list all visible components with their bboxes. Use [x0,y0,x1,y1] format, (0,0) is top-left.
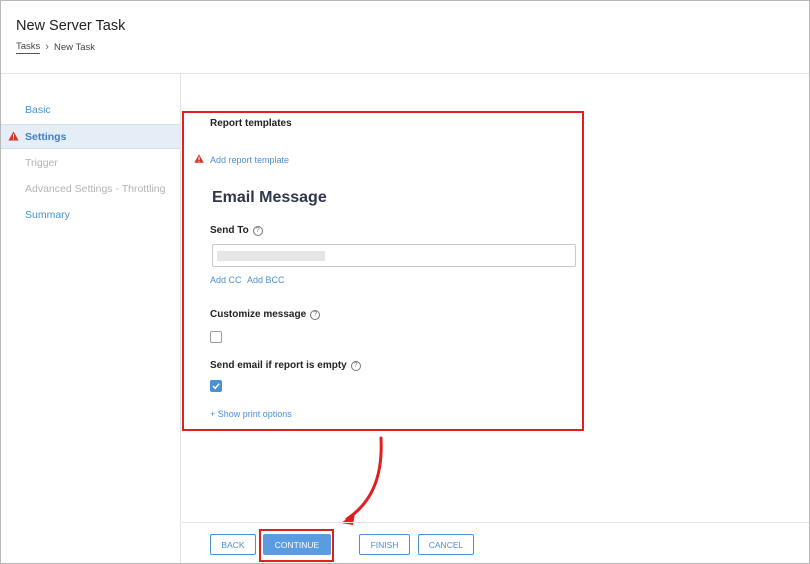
sidebar-item-label: Basic [25,104,51,116]
curved-arrow-annotation [341,436,383,525]
sidebar-item-basic[interactable]: Basic [1,98,180,123]
warning-triangle-icon [8,131,19,141]
help-circle-icon[interactable]: ? [350,361,361,371]
page-title: New Server Task [16,18,126,34]
app-window: New Server Task Tasks › New Task Basic S… [0,0,810,564]
help-circle-icon[interactable]: ? [252,226,263,236]
settings-form-highlight: Report templates Add report template Ema… [182,111,584,431]
customize-message-label: Customize message? [210,309,321,320]
sidebar-item-settings[interactable]: Settings [1,124,180,149]
send-if-empty-label-text: Send email if report is empty [210,360,347,371]
breadcrumb: Tasks › New Task [16,41,95,54]
report-templates-label: Report templates [210,118,292,129]
sidebar-item-summary[interactable]: Summary [1,203,180,228]
continue-button-highlight [259,529,334,562]
send-if-empty-checkbox[interactable] [210,380,222,392]
sidebar-item-label: Settings [25,131,67,143]
breadcrumb-current: New Task [53,42,95,53]
sidebar-item-trigger[interactable]: Trigger [1,151,180,176]
breadcrumb-tasks-link[interactable]: Tasks [16,41,41,54]
sidebar-item-label: Trigger [25,157,58,169]
add-bcc-link[interactable]: Add BCC [247,275,285,285]
send-to-label: Send To? [210,225,263,236]
customize-message-checkbox[interactable] [210,331,222,343]
help-circle-icon[interactable]: ? [310,310,321,320]
sidebar-item-label: Advanced Settings - Throttling [25,183,166,195]
email-message-heading: Email Message [212,189,327,206]
checkmark-icon [212,383,220,390]
add-cc-link[interactable]: Add CC [210,275,242,285]
show-print-options-link[interactable]: + Show print options [210,409,292,419]
send-to-input[interactable] [212,244,576,267]
wizard-sidebar: Basic Settings Trigger Advanced Settings… [1,74,181,563]
add-report-template-link[interactable]: Add report template [210,155,289,165]
warning-triangle-icon [194,154,204,163]
cancel-button[interactable]: CANCEL [418,534,474,555]
chevron-right-icon: › [45,41,49,53]
send-if-empty-label: Send email if report is empty? [210,360,361,371]
customize-message-label-text: Customize message [210,309,307,320]
page-header: New Server Task Tasks › New Task [1,1,809,74]
sidebar-item-advanced-settings[interactable]: Advanced Settings - Throttling [1,177,180,202]
back-button[interactable]: BACK [210,534,256,555]
redacted-email-value [217,251,325,261]
send-to-label-text: Send To [210,225,249,236]
sidebar-item-label: Summary [25,209,70,221]
finish-button[interactable]: FINISH [359,534,410,555]
